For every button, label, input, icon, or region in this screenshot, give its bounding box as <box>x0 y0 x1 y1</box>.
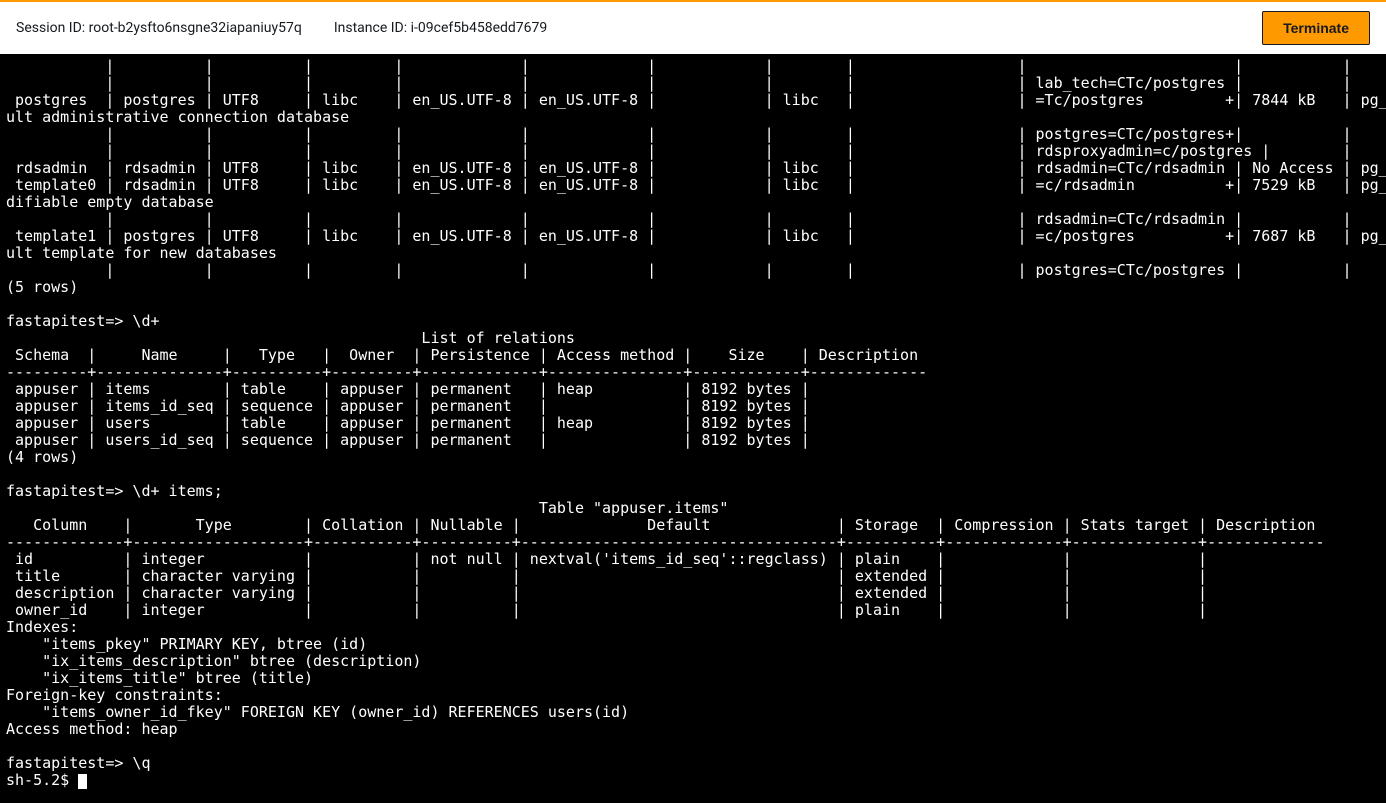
instance-id-group: Instance ID: i-09cef5b458edd7679 <box>334 20 547 36</box>
session-header-bar: Session ID: root-b2ysfto6nsgne32iapaniuy… <box>0 0 1386 54</box>
terminal-content: | | | | | | | | | | | | | | | | <box>6 57 1386 789</box>
header-info: Session ID: root-b2ysfto6nsgne32iapaniuy… <box>16 20 547 36</box>
instance-id-value: i-09cef5b458edd7679 <box>411 20 548 36</box>
session-id-value: root-b2ysfto6nsgne32iapaniuy57q <box>89 20 302 36</box>
terminate-button[interactable]: Terminate <box>1262 11 1370 45</box>
instance-id-label: Instance ID: <box>334 20 407 36</box>
terminal-cursor <box>78 774 87 789</box>
session-id-label: Session ID: <box>16 20 85 36</box>
terminal-output[interactable]: | | | | | | | | | | | | | | | | <box>0 54 1386 803</box>
session-id-group: Session ID: root-b2ysfto6nsgne32iapaniuy… <box>16 20 302 36</box>
